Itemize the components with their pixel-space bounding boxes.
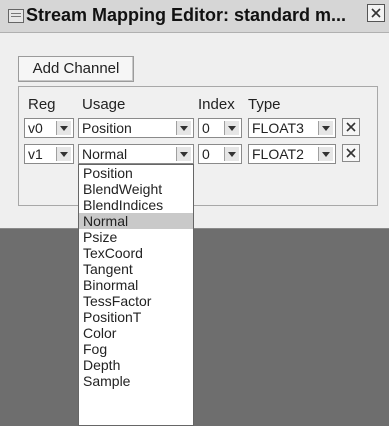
type-value: FLOAT3 [252, 120, 304, 136]
reg-header: Reg [28, 96, 56, 113]
usage-option-binormal[interactable]: Binormal [79, 277, 193, 293]
type-header: Type [248, 96, 281, 113]
usage-select[interactable]: Normal [78, 144, 194, 164]
reg-select[interactable]: v0 [24, 118, 74, 138]
usage-option-tangent[interactable]: Tangent [79, 261, 193, 277]
usage-option-position[interactable]: Position [79, 165, 193, 181]
add-channel-button[interactable]: Add Channel [18, 56, 134, 82]
delete-icon [346, 148, 356, 158]
usage-value: Position [82, 120, 132, 136]
window-icon [8, 9, 24, 23]
delete-channel-button[interactable] [342, 144, 360, 162]
window-title: Stream Mapping Editor: standard m... [26, 5, 347, 25]
reg-value: v1 [28, 146, 43, 162]
chevron-down-icon[interactable] [224, 121, 239, 135]
usage-option-blendweight[interactable]: BlendWeight [79, 181, 193, 197]
chevron-down-icon[interactable] [176, 147, 191, 161]
delete-icon [346, 122, 356, 132]
usage-option-sample[interactable]: Sample [79, 373, 193, 389]
reg-select[interactable]: v1 [24, 144, 74, 164]
usage-option-blendindices[interactable]: BlendIndices [79, 197, 193, 213]
reg-value: v0 [28, 120, 43, 136]
usage-option-psize[interactable]: Psize [79, 229, 193, 245]
chevron-down-icon[interactable] [224, 147, 239, 161]
usage-value: Normal [82, 146, 128, 162]
usage-select[interactable]: Position [78, 118, 194, 138]
type-value: FLOAT2 [252, 146, 304, 162]
type-select[interactable]: FLOAT3 [248, 118, 336, 138]
close-icon [371, 8, 381, 18]
chevron-down-icon[interactable] [56, 121, 71, 135]
chevron-down-icon[interactable] [56, 147, 71, 161]
type-select[interactable]: FLOAT2 [248, 144, 336, 164]
close-button[interactable] [367, 4, 385, 22]
chevron-down-icon[interactable] [176, 121, 191, 135]
index-value: 0 [202, 146, 210, 162]
usage-option-depth[interactable]: Depth [79, 357, 193, 373]
index-header: Index [198, 96, 235, 113]
usage-option-texcoord[interactable]: TexCoord [79, 245, 193, 261]
usage-option-positiont[interactable]: PositionT [79, 309, 193, 325]
usage-option-normal[interactable]: Normal [79, 213, 193, 229]
chevron-down-icon[interactable] [318, 121, 333, 135]
usage-option-color[interactable]: Color [79, 325, 193, 341]
usage-option-fog[interactable]: Fog [79, 341, 193, 357]
delete-channel-button[interactable] [342, 118, 360, 136]
usage-header: Usage [82, 96, 126, 113]
usage-option-tessfactor[interactable]: TessFactor [79, 293, 193, 309]
stream-mapping-window: Stream Mapping Editor: standard m... Add… [0, 0, 389, 229]
index-select[interactable]: 0 [198, 118, 242, 138]
index-select[interactable]: 0 [198, 144, 242, 164]
usage-dropdown-list[interactable]: Position BlendWeight BlendIndices Normal… [78, 164, 194, 426]
index-value: 0 [202, 120, 210, 136]
title-bar[interactable]: Stream Mapping Editor: standard m... [0, 0, 389, 33]
chevron-down-icon[interactable] [318, 147, 333, 161]
